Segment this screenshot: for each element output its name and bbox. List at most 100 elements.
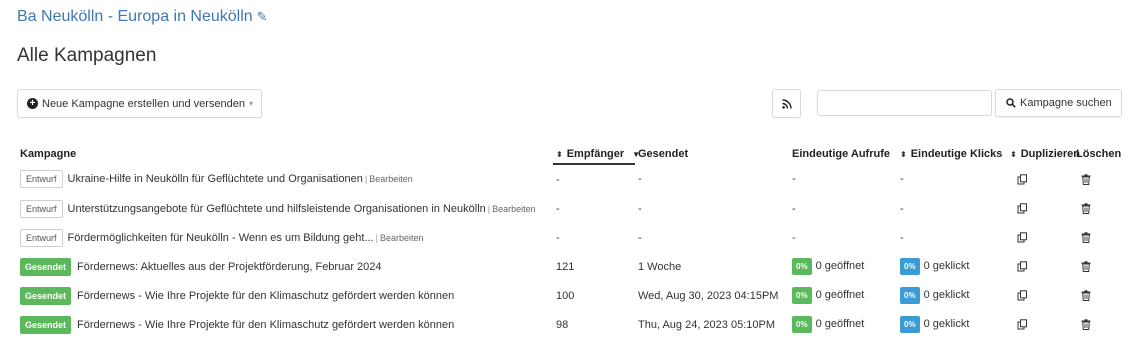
- page-title: Alle Kampagnen: [17, 45, 157, 66]
- opens-cell: 0% 0 geöffnet: [789, 310, 897, 339]
- clicks-value: 0 geklickt: [923, 318, 970, 330]
- duplicate-button[interactable]: [1007, 310, 1073, 339]
- clicks-value: 0 geklickt: [923, 260, 970, 272]
- campaign-cell: Entwurf Ukraine-Hilfe in Neukölln für Gef…: [17, 164, 553, 194]
- clicks-value: -: [900, 173, 904, 185]
- trash-icon: [1081, 261, 1091, 273]
- column-header-sent[interactable]: Gesendet: [635, 144, 789, 164]
- new-campaign-label: Neue Kampagne erstellen und versenden: [42, 97, 246, 110]
- campaign-name-link[interactable]: Fördermöglichkeiten für Neukölln - Wenn …: [68, 232, 374, 244]
- recipients-cell: 98: [556, 318, 569, 331]
- recipients-cell: -: [556, 173, 560, 186]
- column-header-campaign[interactable]: Kampagne: [17, 144, 553, 164]
- column-header-delete: Löschen: [1076, 148, 1122, 160]
- duplicate-button[interactable]: [1007, 281, 1073, 310]
- clicks-value: -: [900, 231, 904, 244]
- clicks-percent-badge: 0%: [900, 258, 920, 275]
- campaign-name-link[interactable]: Unterstützungsangebote für Geflüchtete u…: [68, 203, 486, 215]
- delete-button[interactable]: [1073, 281, 1123, 310]
- delete-button[interactable]: [1073, 223, 1123, 252]
- edit-link[interactable]: Bearbeiten: [380, 233, 424, 243]
- plus-circle-icon: +: [27, 98, 38, 109]
- campaign-name-link[interactable]: Ukraine-Hilfe in Neukölln für Geflüchtet…: [68, 173, 363, 185]
- delete-button[interactable]: [1073, 194, 1123, 223]
- column-header-duplicate[interactable]: ⬍ Duplizieren: [1007, 144, 1080, 164]
- duplicate-icon: [1017, 290, 1028, 302]
- recipients-cell: -: [556, 231, 560, 244]
- clicks-cell: -: [897, 223, 1007, 252]
- opens-value: -: [792, 173, 796, 185]
- opens-percent-badge: 0%: [792, 258, 812, 275]
- campaign-cell: Gesendet Fördernews - Wie Ihre Projekte f…: [17, 310, 553, 339]
- clicks-value: 0 geklickt: [923, 289, 970, 301]
- rss-button[interactable]: [772, 89, 801, 118]
- sort-icon: ⬍: [1010, 150, 1017, 159]
- clicks-cell: 0% 0 geklickt: [897, 252, 1007, 281]
- delete-button[interactable]: [1073, 252, 1123, 281]
- edit-link[interactable]: Bearbeiten: [369, 174, 413, 184]
- chevron-down-icon: ▾: [249, 99, 254, 108]
- delete-button[interactable]: [1073, 310, 1123, 339]
- status-badge: Entwurf: [20, 199, 63, 218]
- sort-icon: ⬍: [556, 149, 563, 159]
- recipients-cell: 100: [556, 289, 575, 302]
- clicks-cell: 0% 0 geklickt: [897, 281, 1007, 310]
- trash-icon: [1081, 232, 1091, 244]
- opens-cell: -: [789, 223, 897, 252]
- recipients-cell: -: [556, 202, 560, 215]
- search-input[interactable]: [817, 90, 992, 116]
- opens-value: 0 geöffnet: [815, 318, 865, 330]
- table-row: Gesendet Fördernews - Wie Ihre Projekte f…: [17, 281, 1123, 310]
- status-badge: Gesendet: [20, 286, 72, 305]
- opens-cell: 0% 0 geöffnet: [789, 252, 897, 281]
- column-header-unique-opens[interactable]: Eindeutige Aufrufe: [789, 144, 897, 164]
- clicks-percent-badge: 0%: [900, 287, 920, 304]
- status-badge: Entwurf: [20, 170, 63, 188]
- duplicate-icon: [1017, 173, 1028, 185]
- duplicate-icon: [1017, 232, 1028, 244]
- sent-cell: -: [638, 202, 642, 215]
- search-button-label: Kampagne suchen: [1020, 97, 1112, 109]
- duplicate-icon: [1017, 319, 1028, 331]
- list-name[interactable]: Ba Neukölln - Europa in Neukölln: [17, 8, 253, 25]
- pencil-icon[interactable]: ✎: [257, 9, 268, 24]
- new-campaign-button[interactable]: + Neue Kampagne erstellen und versenden …: [17, 89, 262, 118]
- sent-cell: Wed, Aug 30, 2023 04:15PM: [638, 289, 779, 302]
- table-row: Gesendet Fördernews: Aktuelles aus der Pr…: [17, 252, 1123, 281]
- clicks-cell: 0% 0 geklickt: [897, 310, 1007, 339]
- duplicate-button[interactable]: [1007, 194, 1073, 223]
- sent-cell: 1 Woche: [638, 260, 682, 273]
- edit-link[interactable]: Bearbeiten: [492, 204, 536, 214]
- column-header-unique-clicks[interactable]: ⬍ Eindeutige Klicks: [897, 144, 1007, 164]
- duplicate-button[interactable]: [1007, 164, 1073, 194]
- separator: |: [487, 203, 491, 214]
- trash-icon: [1081, 290, 1091, 302]
- opens-cell: -: [789, 164, 897, 194]
- campaign-name-link[interactable]: Fördernews - Wie Ihre Projekte für den K…: [77, 319, 454, 331]
- campaign-cell: Gesendet Fördernews - Wie Ihre Projekte f…: [17, 281, 553, 310]
- campaign-name-link[interactable]: Fördernews: Aktuelles aus der Projektför…: [77, 261, 382, 273]
- status-badge: Entwurf: [20, 228, 63, 247]
- sent-cell: -: [638, 231, 642, 244]
- column-header-recipients[interactable]: ⬍ Empfänger ▼: [553, 144, 640, 165]
- duplicate-button[interactable]: [1007, 252, 1073, 281]
- duplicate-button[interactable]: [1007, 223, 1073, 252]
- clicks-cell: -: [897, 164, 1007, 194]
- campaign-name-link[interactable]: Fördernews - Wie Ihre Projekte für den K…: [77, 290, 454, 302]
- status-badge: Gesendet: [20, 257, 72, 276]
- table-header-row: Kampagne ⬍ Empfänger ▼ Gesendet Eindeutige…: [17, 144, 1123, 165]
- delete-button[interactable]: [1073, 164, 1123, 194]
- clicks-value: -: [900, 202, 904, 215]
- table-row: Entwurf Unterstützungsangebote für Geflüc…: [17, 194, 1123, 223]
- opens-value: 0 geöffnet: [815, 260, 865, 272]
- opens-percent-badge: 0%: [792, 287, 812, 304]
- search-button[interactable]: Kampagne suchen: [995, 89, 1122, 117]
- table-row: Entwurf Fördermöglichkeiten für Neukölln …: [17, 223, 1123, 252]
- campaign-cell: Gesendet Fördernews: Aktuelles aus der Pr…: [17, 252, 553, 281]
- sent-cell: Thu, Aug 24, 2023 05:10PM: [638, 318, 775, 331]
- rss-icon: [781, 98, 792, 109]
- list-title[interactable]: Ba Neukölln - Europa in Neukölln ✎: [17, 8, 268, 26]
- separator: |: [375, 232, 378, 243]
- clicks-percent-badge: 0%: [900, 316, 920, 333]
- trash-icon: [1081, 319, 1091, 331]
